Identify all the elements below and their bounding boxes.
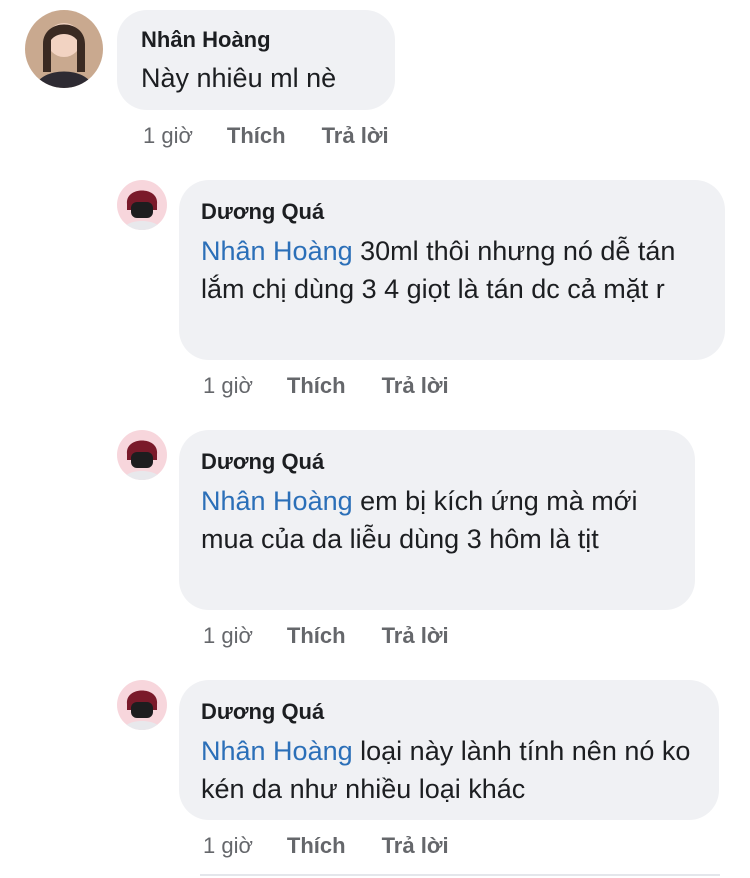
reply-button[interactable]: Trả lời xyxy=(382,833,449,859)
reply-button[interactable]: Trả lời xyxy=(322,123,389,149)
like-button[interactable]: Thích xyxy=(227,123,286,149)
mention-link[interactable]: Nhân Hoàng xyxy=(201,736,353,766)
comment-time[interactable]: 1 giờ xyxy=(203,623,253,649)
reply-button[interactable]: Trả lời xyxy=(382,623,449,649)
avatar[interactable] xyxy=(117,680,167,730)
comment-time[interactable]: 1 giờ xyxy=(143,123,193,149)
avatar[interactable] xyxy=(117,430,167,480)
avatar-photo-icon xyxy=(117,680,167,730)
comment-time[interactable]: 1 giờ xyxy=(203,833,253,859)
comment-body: Này nhiêu ml nè xyxy=(141,63,337,93)
like-button[interactable]: Thích xyxy=(287,623,346,649)
comment-actions: 1 giờ Thích Trả lời xyxy=(203,373,449,399)
comment-time[interactable]: 1 giờ xyxy=(203,373,253,399)
divider xyxy=(200,874,720,876)
mention-link[interactable]: Nhân Hoàng xyxy=(201,486,353,516)
comment-actions: 1 giờ Thích Trả lời xyxy=(203,623,449,649)
reply-button[interactable]: Trả lời xyxy=(382,373,449,399)
comment-actions: 1 giờ Thích Trả lời xyxy=(203,833,449,859)
comment-actions: 1 giờ Thích Trả lời xyxy=(143,123,389,149)
avatar-photo-icon xyxy=(117,430,167,480)
avatar[interactable] xyxy=(117,180,167,230)
comment-author[interactable]: Nhân Hoàng xyxy=(141,27,395,53)
avatar-photo-icon xyxy=(25,10,103,88)
mention-link[interactable]: Nhân Hoàng xyxy=(201,236,353,266)
comment-bubble: Dương Quá Nhân Hoàng 30ml thôi nhưng nó … xyxy=(179,180,725,360)
like-button[interactable]: Thích xyxy=(287,373,346,399)
comment-bubble: Dương Quá Nhân Hoàng loại này lành tính … xyxy=(179,680,719,820)
comment-text: Nhân Hoàng loại này lành tính nên nó ko … xyxy=(201,732,711,808)
comment-text: Này nhiêu ml nè xyxy=(141,59,395,97)
comment-text: Nhân Hoàng em bị kích ứng mà mới mua của… xyxy=(201,482,681,558)
comment-author[interactable]: Dương Quá xyxy=(201,699,695,725)
avatar[interactable] xyxy=(25,10,103,88)
comment-author[interactable]: Dương Quá xyxy=(201,199,701,225)
avatar-photo-icon xyxy=(117,180,167,230)
comment-bubble: Dương Quá Nhân Hoàng em bị kích ứng mà m… xyxy=(179,430,695,610)
comment-bubble: Nhân Hoàng Này nhiêu ml nè xyxy=(117,10,395,110)
comment-author[interactable]: Dương Quá xyxy=(201,449,671,475)
like-button[interactable]: Thích xyxy=(287,833,346,859)
comment-text: Nhân Hoàng 30ml thôi nhưng nó dễ tán lắm… xyxy=(201,232,711,308)
